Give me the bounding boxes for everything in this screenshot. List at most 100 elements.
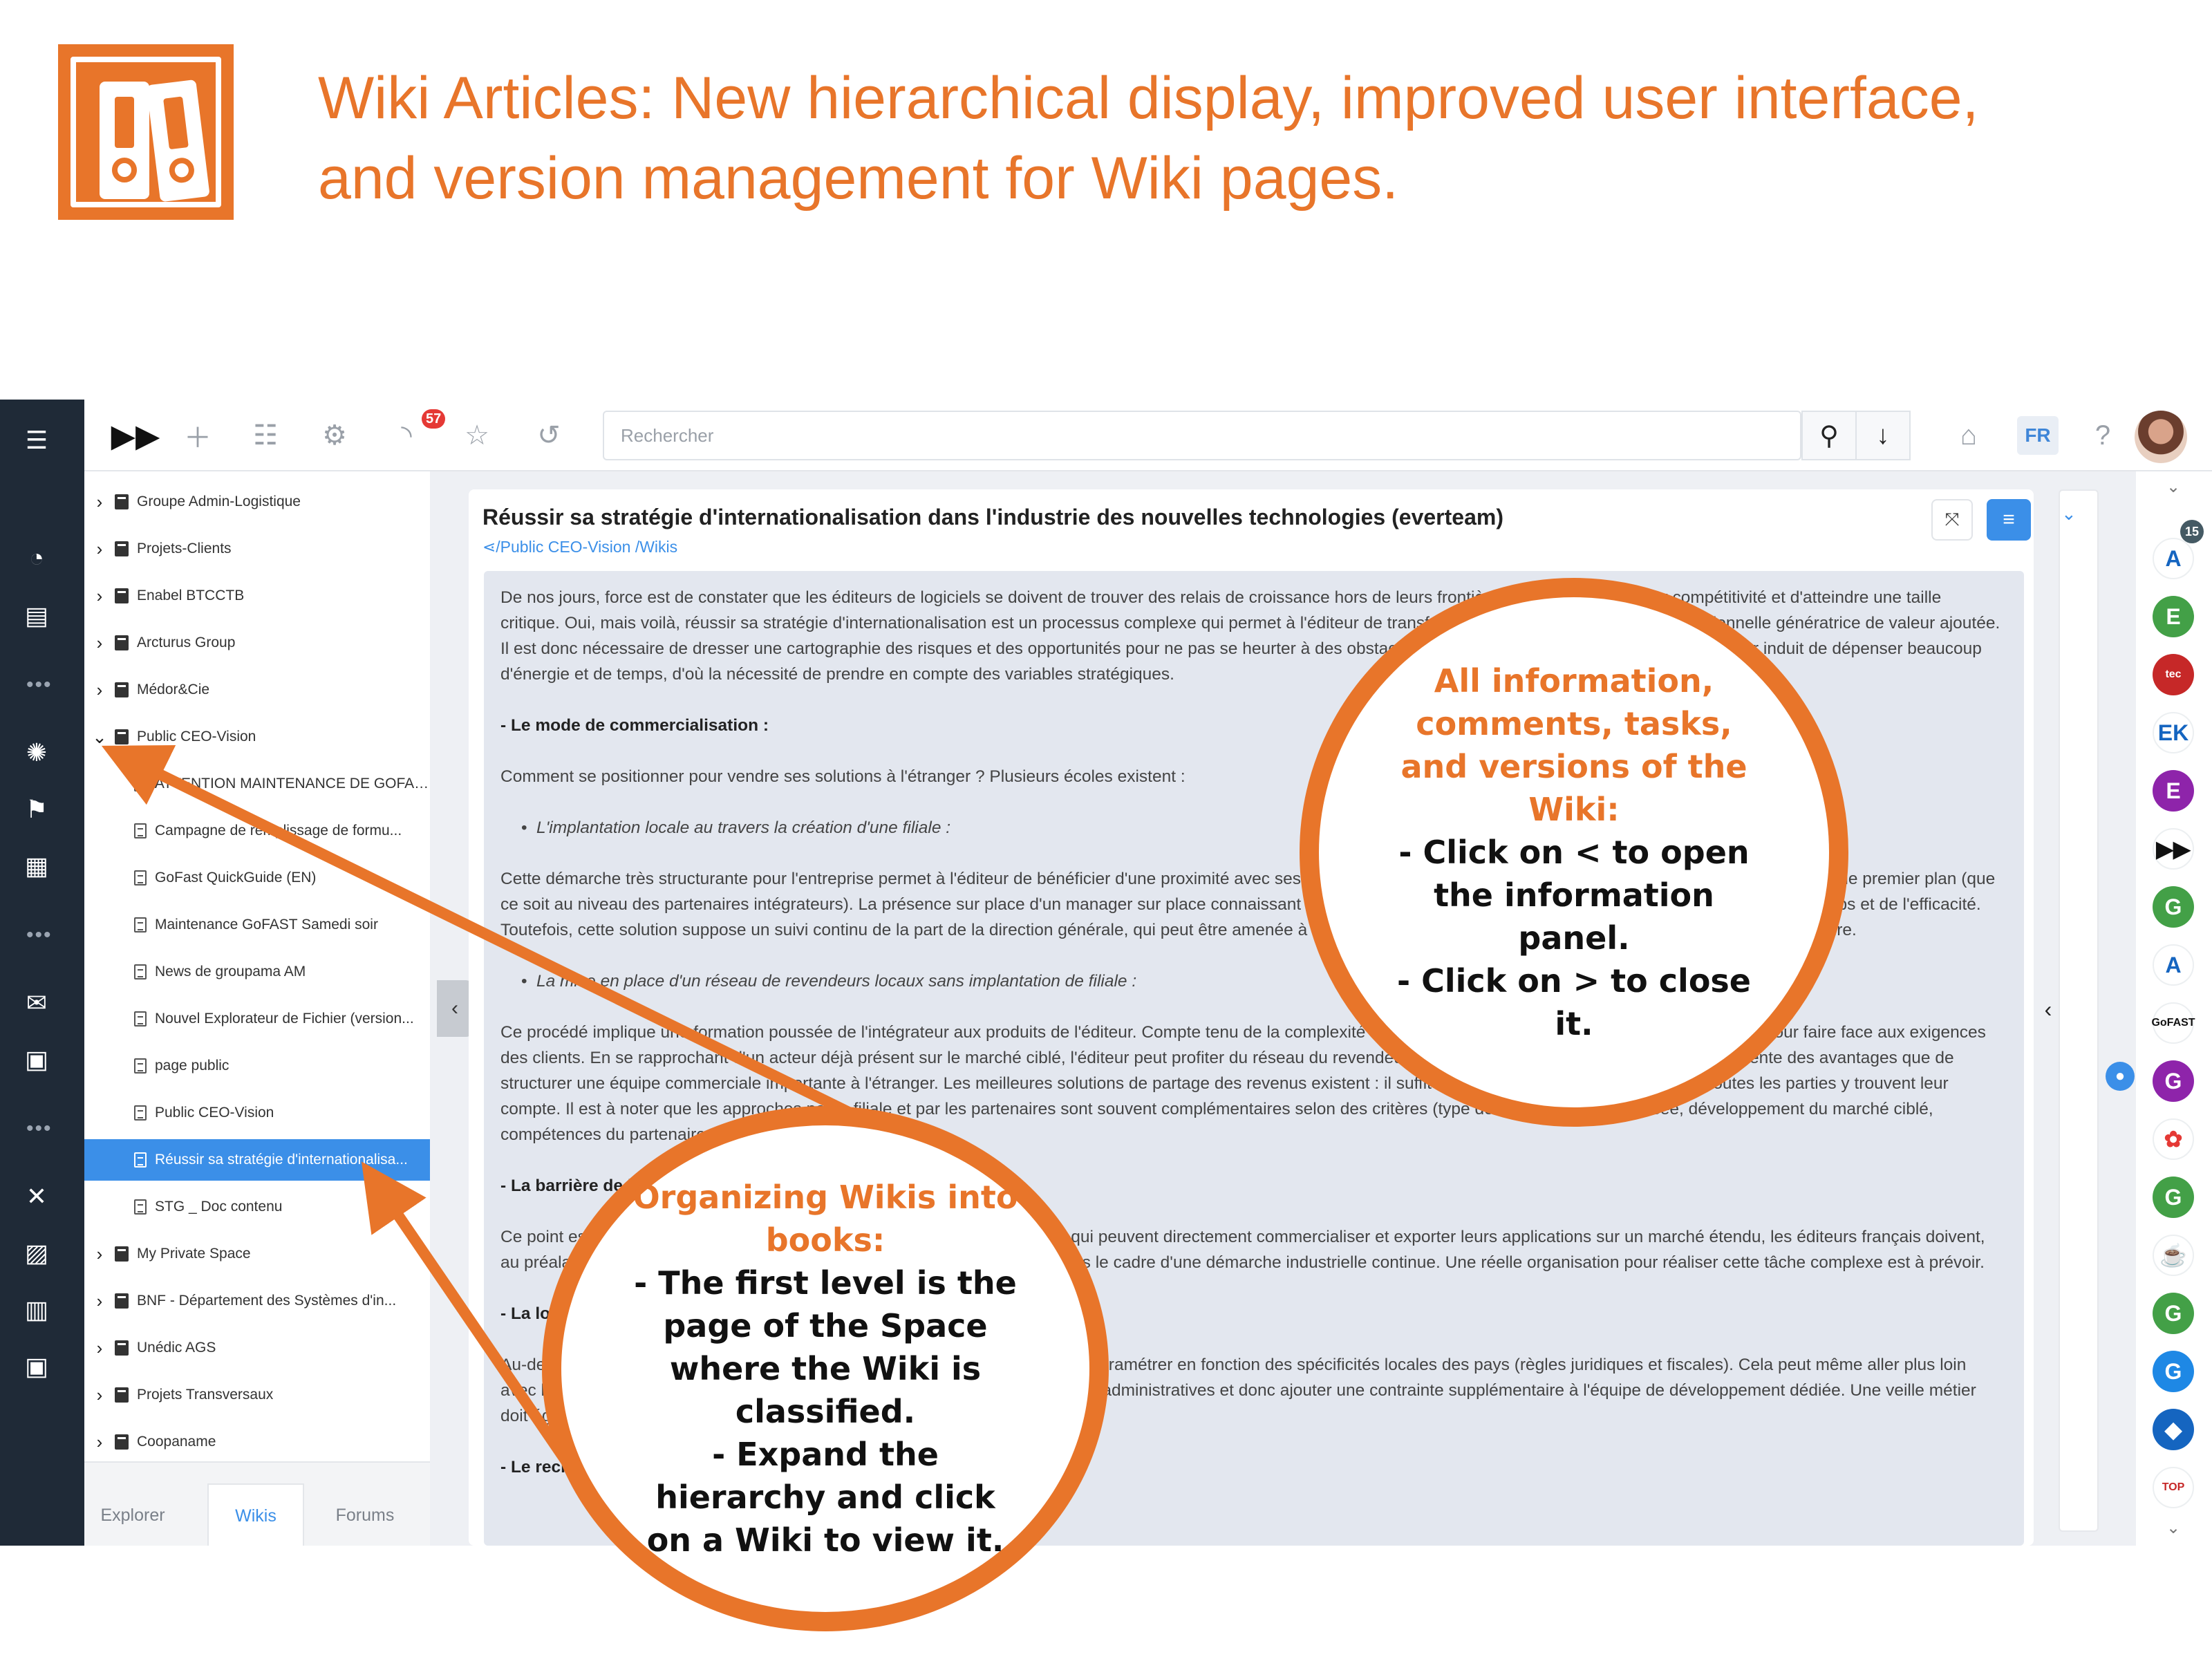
chevron-up-icon[interactable]: ⌄ [2166,477,2180,497]
tree-space-item[interactable]: › Arcturus Group [84,622,430,664]
space-avatar[interactable]: E [2153,596,2194,637]
star-icon[interactable]: ☆ [459,418,495,453]
tree-wiki-item[interactable]: Campagne de remplissage de formu... [84,810,430,852]
binders-icon [58,44,234,220]
tab-explorer[interactable]: Explorer [84,1483,181,1546]
network-icon[interactable]: ✺ [21,737,53,769]
chevron-right-icon[interactable]: › [90,679,109,701]
search-button[interactable]: ⚲ [1801,411,1857,460]
flag-icon[interactable]: ⚑ [21,794,53,825]
tree-space-item[interactable]: › Groupe Admin-Logistique [84,481,430,523]
plus-icon[interactable]: ＋ [180,418,216,453]
open-info-panel-button[interactable]: ‹ [2038,984,2059,1034]
chat-icon[interactable]: ✉ [21,987,53,1019]
user-avatar[interactable] [2135,411,2187,463]
chevron-right-icon[interactable]: › [90,1244,109,1265]
tree-space-item[interactable]: ⌄ Public CEO-Vision [84,716,430,758]
chevron-right-icon[interactable]: › [90,491,109,513]
space-avatar[interactable]: ◆ [2153,1409,2194,1450]
chevron-right-icon[interactable]: › [90,1291,109,1312]
tree-item-label: Public CEO-Vision [155,1105,274,1121]
callout-title: Organizing Wikis into books: [632,1179,1018,1259]
tree-space-item[interactable]: › Unédic AGS [84,1327,430,1369]
tree-wiki-item[interactable]: STG _ Doc contenu [84,1186,430,1228]
tree-item-label: Coopaname [137,1434,216,1450]
chat-bubble-icon[interactable]: ● [2106,1062,2135,1091]
gears-icon[interactable]: ⚙ [317,418,353,453]
space-avatar[interactable]: E [2153,770,2194,812]
expand-button[interactable]: ⤧ [1931,499,1973,541]
chevron-down-icon[interactable]: ⌄ [2061,503,2077,525]
space-avatar[interactable]: ▶▶ [2153,828,2194,870]
tab-wikis[interactable]: Wikis [207,1483,304,1546]
tree-space-item[interactable]: › BNF - Département des Systèmes d'in... [84,1280,430,1322]
tree-space-item[interactable]: › My Private Space [84,1233,430,1275]
history-icon[interactable]: ↺ [531,418,567,453]
tree-space-item[interactable]: › Projets-Clients [84,528,430,570]
search-input[interactable] [604,412,1803,459]
tree-wiki-item[interactable]: page public [84,1045,430,1087]
tree-space-item[interactable]: › Médor&Cie [84,669,430,711]
space-avatar[interactable]: tec [2153,654,2194,695]
tree-item-label: page public [155,1058,229,1074]
space-avatar[interactable]: G [2153,1060,2194,1102]
breadcrumb-space[interactable]: Public CEO-Vision [500,538,631,556]
tools-icon[interactable]: ✕ [21,1181,53,1212]
tree-wiki-item[interactable]: Public CEO-Vision [84,1092,430,1134]
tree-icon[interactable]: ☷ [247,418,283,453]
chevron-right-icon[interactable]: › [90,1385,109,1406]
help-icon[interactable]: ? [2085,418,2121,453]
tree-wiki-item[interactable]: GoFast QuickGuide (EN) [84,857,430,899]
fast-forward-icon[interactable]: ▶▶ [111,418,160,453]
chevron-right-icon[interactable]: › [90,538,109,560]
space-avatar[interactable]: A [2153,944,2194,986]
chevron-right-icon[interactable]: › [90,632,109,654]
space-avatar[interactable]: EK [2153,712,2194,753]
chevron-right-icon[interactable]: › [90,585,109,607]
info-panel-button[interactable]: ≡ [1987,499,2031,541]
tree-space-item[interactable]: › Enabel BTCCTB [84,575,430,617]
list-icon[interactable]: ▤ [21,600,53,632]
tree-space-item[interactable]: › Projets Transversaux [84,1374,430,1416]
space-avatar[interactable]: ✿ [2153,1118,2194,1160]
chevron-right-icon[interactable]: › [90,1432,109,1453]
chevron-left-icon: ‹ [451,997,458,1020]
tree-wiki-item[interactable]: News de groupama AM [84,951,430,993]
page-icon [134,917,147,932]
dashboard-icon[interactable]: ◔ [21,542,53,574]
space-avatar[interactable]: ☕ [2153,1235,2194,1276]
tree-space-item[interactable]: › Coopaname [84,1421,430,1461]
document-icon[interactable]: ▥ [21,1294,53,1326]
calendar-icon[interactable]: ▦ [21,850,53,882]
slide: Wiki Articles: New hierarchical display,… [0,0,2212,1659]
tree-wiki-item[interactable]: Maintenance GoFAST Samedi soir [84,904,430,946]
chevron-down-icon[interactable]: ⌄ [90,727,109,748]
space-avatar[interactable]: G [2153,886,2194,928]
basket-icon[interactable]: ⌂ [1951,418,1987,453]
tree-item-label: Public CEO-Vision [137,729,256,744]
headline-line-1: Wiki Articles: New hierarchical display,… [318,65,1979,131]
collapse-tree-button[interactable]: ‹ [437,980,473,1037]
space-avatar[interactable]: TOP [2153,1467,2194,1508]
space-avatar[interactable]: G [2153,1351,2194,1392]
tree-wiki-item[interactable]: Réussir sa stratégie d'internationalisa.… [84,1139,430,1181]
chart-icon[interactable]: ▨ [21,1237,53,1269]
book-icon [115,1434,129,1450]
language-selector[interactable]: FR [2017,416,2059,455]
space-avatar[interactable]: A [2153,538,2194,579]
tab-forums[interactable]: Forums [317,1483,413,1546]
profile-icon[interactable]: ▣ [21,1351,53,1382]
menu-toggle-icon[interactable]: ☰ [21,424,53,456]
chevron-down-icon[interactable]: ⌄ [2166,1518,2180,1538]
tree-wiki-item[interactable]: ATTENTION MAINTENANCE DE GOFAST [84,763,430,805]
download-button[interactable]: ↓ [1855,411,1911,460]
space-avatar[interactable]: G [2153,1293,2194,1334]
chevron-right-icon[interactable]: › [90,1338,109,1359]
tree-wiki-item[interactable]: Nouvel Explorateur de Fichier (version..… [84,998,430,1040]
space-avatar[interactable]: GoFAST [2151,1002,2195,1044]
contacts-icon[interactable]: ▣ [21,1044,53,1076]
book-icon [115,1293,129,1309]
rss-icon[interactable]: ◝ [388,418,424,453]
breadcrumb-wikis[interactable]: Wikis [639,538,677,556]
space-avatar[interactable]: G [2153,1177,2194,1218]
